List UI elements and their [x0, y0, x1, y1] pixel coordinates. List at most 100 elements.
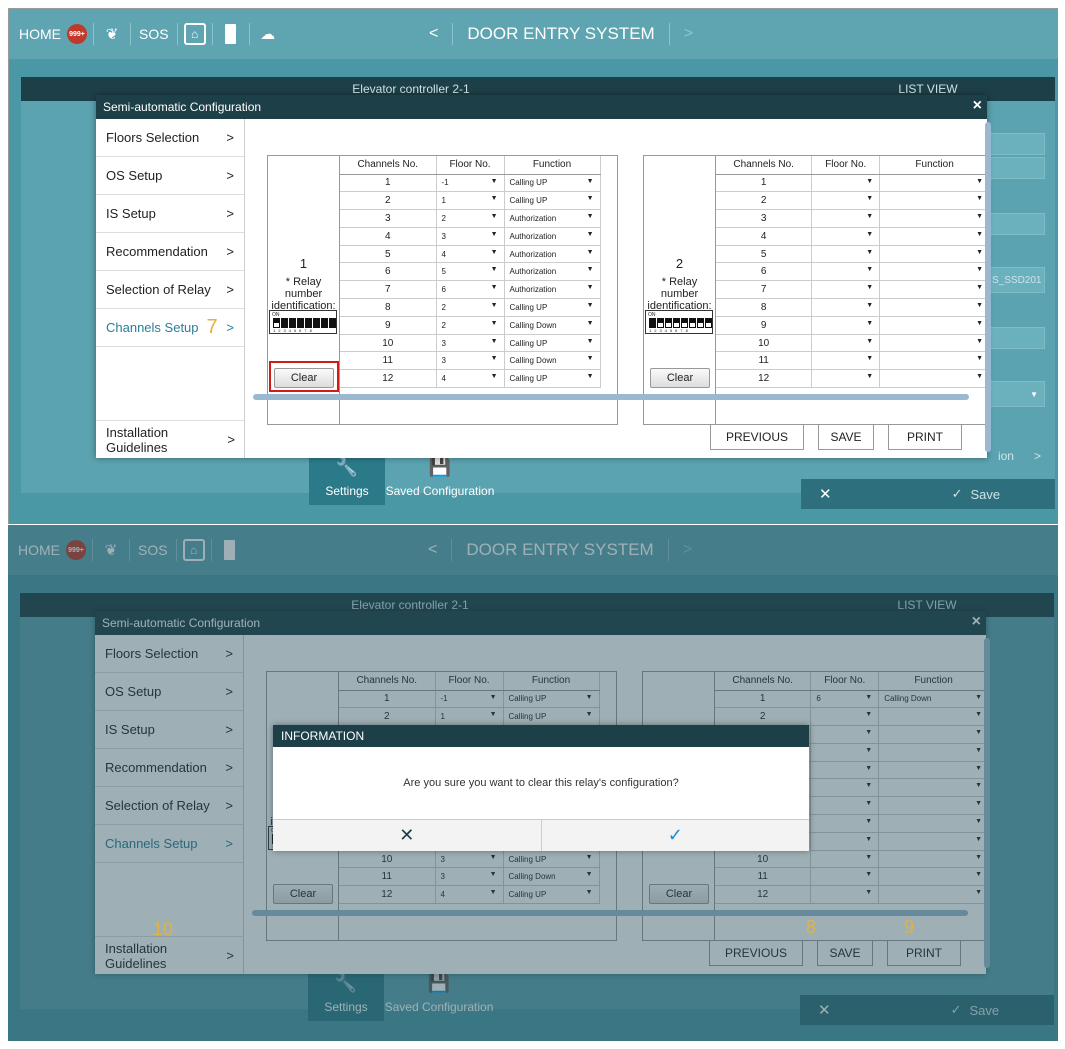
clear-button[interactable]: Clear — [274, 368, 334, 388]
function-select[interactable]: Calling UP — [504, 191, 601, 211]
function-select[interactable] — [879, 369, 987, 389]
floor-select[interactable] — [811, 369, 881, 389]
channel-number-cell: 6 — [716, 262, 813, 282]
table-row: 5 — [716, 245, 987, 264]
table-row: 6 — [716, 262, 987, 282]
floor-select[interactable] — [811, 280, 881, 300]
function-select[interactable]: Calling Down — [504, 316, 601, 335]
semi-automatic-configuration-dialog: Semi-automatic Configuration × Floors Se… — [96, 95, 991, 458]
save-button[interactable]: Save — [970, 487, 1000, 502]
floor-select[interactable]: 3 — [436, 334, 505, 353]
horizontal-scrollbar[interactable] — [253, 394, 969, 400]
function-select[interactable]: Calling UP — [504, 369, 601, 389]
sidebar-item-channels-setup[interactable]: Channels Setup 7 > — [96, 309, 244, 347]
column-header: Floor No. — [436, 156, 505, 175]
forward-chevron-icon[interactable]: > — [684, 25, 693, 43]
floor-select[interactable]: 6 — [436, 280, 505, 300]
function-select[interactable] — [879, 316, 987, 335]
function-select[interactable] — [879, 209, 987, 228]
floor-select[interactable]: -1 — [436, 174, 505, 193]
save-button[interactable]: SAVE — [818, 424, 874, 450]
chevron-right-icon: > — [226, 282, 234, 297]
floor-select[interactable]: 2 — [436, 298, 505, 317]
floor-select[interactable] — [811, 227, 881, 246]
relay-1-panel: 1 * Relay number identification: ON12345… — [267, 155, 618, 425]
floor-select[interactable]: 5 — [436, 262, 505, 282]
sidebar-item-recommendation[interactable]: Recommendation > — [96, 233, 244, 271]
notification-badge-icon[interactable]: 999+ — [67, 24, 87, 44]
function-select[interactable]: Calling UP — [504, 174, 601, 193]
chat-icon[interactable]: ❦ — [100, 23, 124, 45]
function-select[interactable] — [879, 351, 987, 371]
function-select[interactable] — [879, 191, 987, 211]
function-select[interactable] — [879, 298, 987, 317]
home-link[interactable]: HOME — [17, 26, 67, 42]
floor-select[interactable] — [811, 174, 881, 193]
door-icon[interactable] — [219, 23, 243, 45]
print-button[interactable]: PRINT — [888, 424, 962, 450]
sidebar-item-os-setup[interactable]: OS Setup > — [96, 157, 244, 195]
function-select[interactable]: Authorization — [504, 227, 601, 246]
sidebar-item-is-setup[interactable]: IS Setup > — [96, 195, 244, 233]
function-select[interactable]: Authorization — [504, 245, 601, 264]
function-select[interactable]: Authorization — [504, 280, 601, 300]
table-row: 3 — [716, 209, 987, 228]
channel-number-cell: 2 — [340, 191, 437, 211]
screenshot-frame-2: HOME 999+ ❦ SOS ⌂ < DOOR ENTRY SYSTEM > … — [8, 525, 1058, 1041]
table-row: 76Authorization — [340, 280, 601, 300]
function-select[interactable] — [879, 280, 987, 300]
relay-number: 2 — [675, 256, 684, 271]
channel-number-cell: 1 — [340, 174, 437, 193]
vertical-scrollbar[interactable] — [985, 122, 991, 452]
floor-select[interactable]: 3 — [436, 351, 505, 371]
function-select[interactable]: Calling Down — [504, 351, 601, 371]
channel-number-cell: 6 — [340, 262, 437, 282]
floor-select[interactable]: 1 — [436, 191, 505, 211]
function-select[interactable]: Calling UP — [504, 298, 601, 317]
floor-select[interactable]: 3 — [436, 227, 505, 246]
floor-select[interactable]: 2 — [436, 316, 505, 335]
cloud-upload-icon[interactable]: ☁ — [256, 23, 280, 45]
floor-select[interactable] — [811, 262, 881, 282]
floor-select[interactable] — [811, 334, 881, 353]
home-icon[interactable]: ⌂ — [183, 23, 206, 45]
table-row: 1 — [716, 174, 987, 193]
sidebar-item-floors-selection[interactable]: Floors Selection > — [96, 119, 244, 157]
column-header: Channels No. — [340, 156, 437, 175]
confirm-check-icon[interactable]: ✓ — [542, 820, 810, 851]
function-select[interactable]: Authorization — [504, 262, 601, 282]
floor-select[interactable] — [811, 245, 881, 264]
function-select[interactable] — [879, 245, 987, 264]
clear-button[interactable]: Clear — [650, 368, 710, 388]
table-row: 54Authorization — [340, 245, 601, 264]
channel-number-cell: 4 — [716, 227, 813, 246]
back-chevron-icon[interactable]: < — [429, 25, 438, 43]
channel-number-cell: 5 — [716, 245, 813, 264]
floor-select[interactable] — [811, 351, 881, 371]
floor-select[interactable]: 4 — [436, 369, 505, 389]
function-select[interactable]: Calling UP — [504, 334, 601, 353]
function-select[interactable] — [879, 262, 987, 282]
table-row: 9 — [716, 316, 987, 335]
floor-select[interactable]: 4 — [436, 245, 505, 264]
relay-2-channels-table: Channels No. Floor No. Function 12345678… — [716, 156, 987, 389]
sidebar-item-selection-of-relay[interactable]: Selection of Relay > — [96, 271, 244, 309]
previous-button[interactable]: PREVIOUS — [710, 424, 804, 450]
function-select[interactable] — [879, 227, 987, 246]
sos-button[interactable]: SOS — [137, 26, 171, 42]
cancel-icon[interactable]: ✕ — [273, 820, 542, 851]
cancel-icon[interactable]: ✕ — [819, 485, 832, 503]
sidebar-item-installation-guidelines[interactable]: Installation Guidelines > — [96, 420, 245, 458]
right-action-bar: ✕ ✓ Save — [801, 479, 1055, 509]
floor-select[interactable] — [811, 298, 881, 317]
floor-select[interactable] — [811, 316, 881, 335]
information-dialog-header: INFORMATION — [273, 725, 809, 747]
floor-select[interactable] — [811, 209, 881, 228]
table-row: 92Calling Down — [340, 316, 601, 335]
floor-select[interactable] — [811, 191, 881, 211]
close-icon[interactable]: × — [973, 97, 982, 115]
function-select[interactable]: Authorization — [504, 209, 601, 228]
function-select[interactable] — [879, 174, 987, 193]
function-select[interactable] — [879, 334, 987, 353]
floor-select[interactable]: 2 — [436, 209, 505, 228]
